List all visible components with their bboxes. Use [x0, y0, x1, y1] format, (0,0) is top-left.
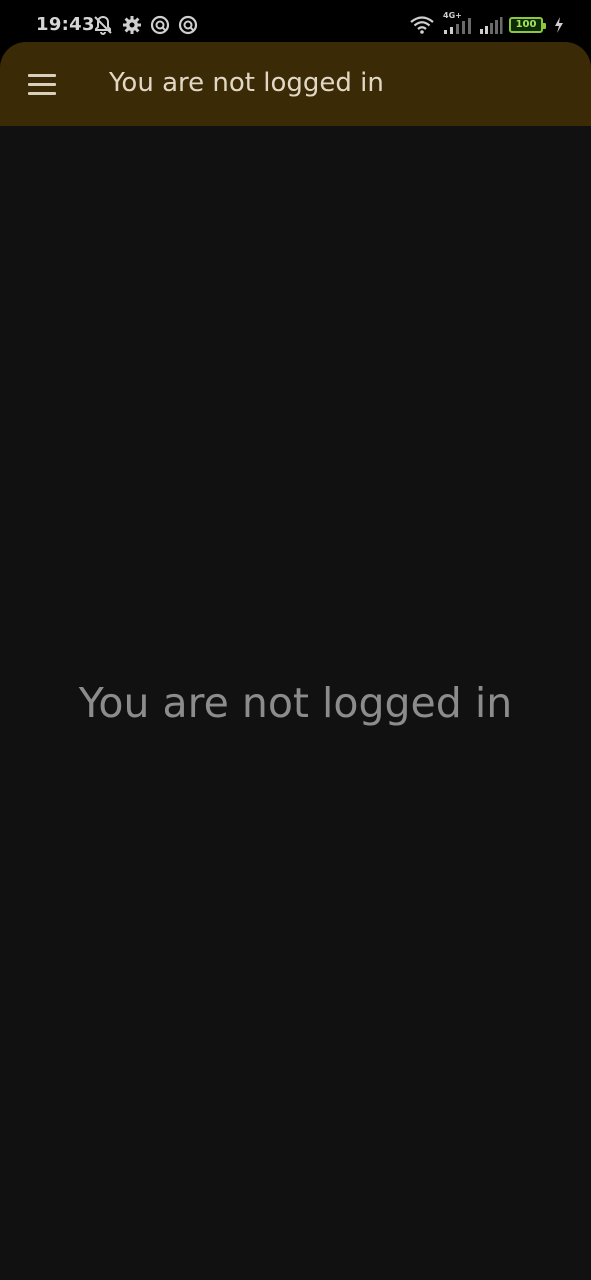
- status-left-icons: [92, 14, 198, 36]
- circle-app-icon: [150, 15, 170, 35]
- menu-button[interactable]: [18, 60, 66, 108]
- page-title: You are not logged in: [109, 68, 384, 98]
- wifi-icon: [409, 15, 435, 35]
- status-time: 19:43: [36, 14, 95, 35]
- circle-app-icon: [178, 15, 198, 35]
- main-content: You are not logged in: [0, 126, 591, 1280]
- screen: 19:43 4G+ 100 You are not logged in You …: [0, 0, 591, 1280]
- bell-off-icon: [92, 14, 114, 36]
- menu-icon-line: [28, 91, 56, 95]
- gear-icon: [122, 15, 142, 35]
- not-logged-in-message: You are not logged in: [78, 679, 513, 727]
- menu-icon-line: [28, 82, 56, 86]
- status-right-icons: 4G+ 100: [409, 11, 565, 38]
- menu-icon: [28, 73, 56, 77]
- signal-icon: [479, 14, 503, 36]
- battery-level: 100: [515, 19, 537, 30]
- app-bar: You are not logged in: [0, 42, 591, 126]
- battery-icon: 100: [509, 17, 546, 33]
- charging-icon: [553, 16, 565, 34]
- signal-4g-icon: 4G+: [441, 11, 473, 37]
